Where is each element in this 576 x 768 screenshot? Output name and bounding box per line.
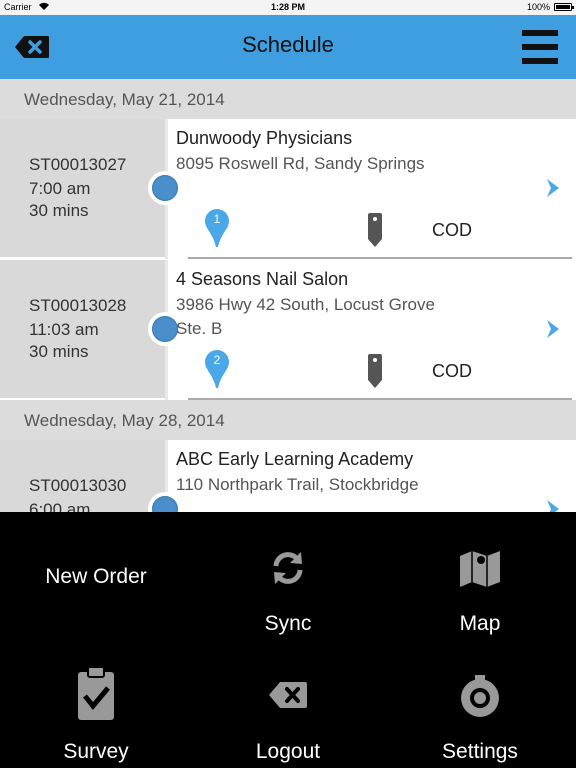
map-label: Map [459, 612, 501, 635]
settings-gear-icon [461, 675, 499, 717]
customer-name: Dunwoody Physicians [176, 128, 353, 148]
date-header: Wednesday, May 21, 2014 [0, 79, 576, 119]
payment-type: COD [432, 220, 472, 240]
chevron-right-icon[interactable] [544, 177, 562, 199]
stop-time: 7:00 am [29, 179, 91, 198]
battery-percent: 100% [526, 2, 550, 12]
schedule-row[interactable]: ST00013028 11:03 am 30 mins 4 Seasons Na… [0, 260, 576, 400]
logout-button[interactable]: Logout [192, 640, 384, 768]
stop-duration: 30 mins [29, 201, 89, 220]
sync-icon [273, 552, 303, 584]
customer-address: 8095 Roswell Rd, Sandy Springs [176, 152, 516, 176]
map-button[interactable]: Map [384, 512, 576, 640]
payment-type: COD [432, 361, 472, 381]
date-header: Wednesday, May 28, 2014 [0, 400, 576, 440]
stop-duration: 30 mins [29, 342, 89, 361]
status-bar: Carrier 1:28 PM 100% [0, 0, 576, 15]
battery-icon [554, 3, 574, 11]
stop-id: ST00013028 [29, 296, 127, 315]
customer-address: 3986 Hwy 42 South, Locust Grove Ste. B [176, 293, 516, 341]
map-icon [460, 551, 500, 587]
address-line-1: 3986 Hwy 42 South, Locust Grove [176, 295, 435, 314]
logout-label: Logout [255, 740, 321, 763]
stop-time: 11:03 am [29, 320, 99, 339]
status-time: 1:28 PM [270, 2, 305, 12]
sync-label: Sync [264, 612, 312, 635]
customer-name: ABC Early Learning Academy [176, 449, 414, 469]
address-line-1: 8095 Roswell Rd, Sandy Springs [176, 154, 425, 173]
stop-number: 2 [213, 353, 221, 367]
price-tag-icon [366, 211, 384, 249]
survey-label: Survey [63, 740, 129, 763]
stop-id: ST00013030 [29, 476, 127, 495]
customer-address: 110 Northpark Trail, Stockbridge [176, 473, 516, 497]
stop-info-panel: ST00013028 11:03 am 30 mins [0, 260, 168, 400]
new-order-button[interactable]: New Order [0, 512, 192, 640]
new-order-label: New Order [45, 565, 147, 588]
sync-button[interactable]: Sync [192, 512, 384, 640]
clipboard-check-icon [78, 666, 114, 720]
action-menu-panel: New Order Sync Map Survey Logout Setting… [0, 512, 576, 768]
address-line-2: Ste. B [176, 319, 223, 338]
navigation-bar: Schedule [0, 15, 576, 79]
price-tag-icon [366, 352, 384, 390]
chevron-right-icon[interactable] [544, 318, 562, 340]
schedule-row[interactable]: ST00013027 7:00 am 30 mins Dunwoody Phys… [0, 119, 576, 259]
stop-number: 1 [213, 212, 221, 226]
stop-info-panel: ST00013027 7:00 am 30 mins [0, 119, 168, 259]
row-divider [188, 257, 572, 259]
stop-id: ST00013027 [29, 155, 127, 174]
address-line-1: 110 Northpark Trail, Stockbridge [176, 475, 419, 494]
customer-name: 4 Seasons Nail Salon [176, 269, 349, 289]
timeline-dot-icon [148, 171, 182, 205]
page-title: Schedule [242, 32, 334, 57]
settings-button[interactable]: Settings [384, 640, 576, 768]
settings-label: Settings [442, 740, 518, 763]
survey-button[interactable]: Survey [0, 640, 192, 768]
logout-delete-icon [269, 682, 307, 708]
hamburger-menu-icon[interactable] [522, 30, 558, 64]
